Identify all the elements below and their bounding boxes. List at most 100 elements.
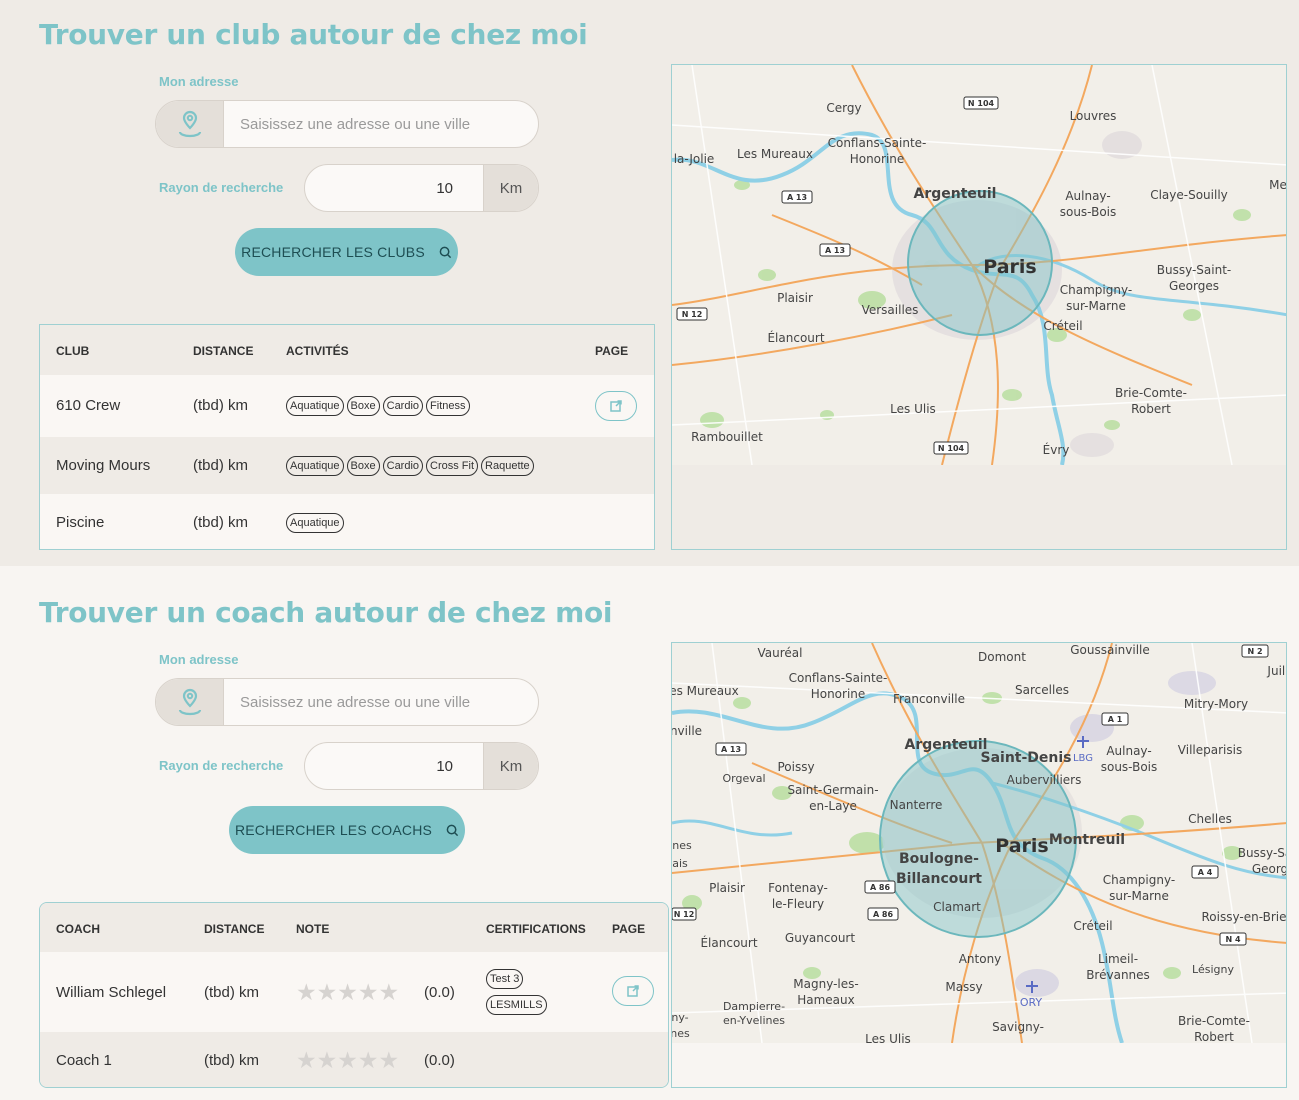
col-certifications: CERTIFICATIONS <box>486 922 586 936</box>
map-place-label: Champigny- <box>1060 283 1132 297</box>
clubs-address-input[interactable] <box>224 101 538 147</box>
map-place-label: Argenteuil <box>905 737 988 753</box>
search-icon <box>439 246 451 258</box>
star-icon: ★ <box>337 1047 358 1073</box>
coach-radius-input[interactable] <box>305 743 483 789</box>
certification-tag: LESMILLS <box>486 995 547 1015</box>
coach-page-button[interactable] <box>612 976 654 1006</box>
clubs-address-label: Mon adresse <box>159 74 239 89</box>
road-label: A 4 <box>1198 868 1213 877</box>
search-clubs-button[interactable]: RECHERCHER LES CLUBS <box>235 228 458 276</box>
activity-tag: Raquette <box>481 456 534 476</box>
map-place-label: Louvres <box>1070 109 1117 123</box>
coach-address-label: Mon adresse <box>159 652 239 667</box>
clubs-table-header: CLUB DISTANCE ACTIVITÉS PAGE <box>40 325 654 375</box>
map-place-label: ny- <box>672 1011 689 1024</box>
search-clubs-label: RECHERCHER LES CLUBS <box>241 244 425 260</box>
activity-tag: Aquatique <box>286 513 344 533</box>
map-place-label: Roissy-en-Brie <box>1202 910 1287 924</box>
map-place-label: Paris <box>995 835 1048 857</box>
star-icon: ★ <box>378 1047 400 1073</box>
road-label: A 13 <box>721 745 741 754</box>
map-pin-icon <box>156 679 224 725</box>
star-icon: ★ <box>316 1047 338 1073</box>
clubs-radius-label: Rayon de recherche <box>159 180 284 195</box>
road-label: N 12 <box>674 910 695 919</box>
rating-stars: ★ ★ ★ ★ ★ <box>296 1047 399 1074</box>
search-coachs-button[interactable]: RECHERCHER LES COACHS <box>229 806 465 854</box>
map-place-label: Georges <box>1169 279 1219 293</box>
map-place-label: nes <box>672 839 692 852</box>
table-row[interactable]: Coach 1 (tbd) km ★ ★ ★ ★ ★ (0.0) <box>40 1032 668 1087</box>
map-place-label: en-Yvelines <box>723 1014 785 1027</box>
road-label: N 12 <box>682 310 703 319</box>
col-distance: DISTANCE <box>204 922 265 936</box>
map-place-label: Évry <box>1043 442 1070 457</box>
map-place-label: Plaisir <box>777 291 813 305</box>
map-place-label: le-Fleury <box>772 897 824 911</box>
map-place-label: ais <box>672 857 688 870</box>
map-place-label: Élancourt <box>767 330 824 345</box>
col-note: NOTE <box>296 922 330 936</box>
map-place-label: Me <box>1269 178 1287 192</box>
road-label: N 4 <box>1225 935 1240 944</box>
coach-address-field <box>155 678 539 726</box>
map-place-label: Villeparisis <box>1178 743 1242 757</box>
coach-radius-field: Km <box>304 742 539 790</box>
map-place-label: Saint-Denis <box>980 750 1071 766</box>
map-place-label: Créteil <box>1073 919 1112 933</box>
map-place-label: Bussy-Saint- <box>1157 263 1232 277</box>
road-label: A 13 <box>825 246 845 255</box>
map-place-label: Aulnay- <box>1106 744 1151 758</box>
club-page-button[interactable] <box>595 391 637 421</box>
star-icon: ★ <box>357 1047 379 1073</box>
activity-tag: Cardio <box>382 396 424 416</box>
map-place-label: Magny-les- <box>793 977 858 991</box>
col-activities: ACTIVITÉS <box>286 344 349 358</box>
activity-tag: Boxe <box>346 456 380 476</box>
map-place-label: Bussy-Sa <box>1238 846 1287 860</box>
map-place-label: Les Ulis <box>865 1032 911 1043</box>
coach-rating: (0.0) <box>424 984 455 1001</box>
map-place-label: Argenteuil <box>914 186 997 202</box>
map-place-label: Versailles <box>862 303 919 317</box>
map-place-label: Georg <box>1252 862 1287 876</box>
table-row[interactable]: Piscine (tbd) km Aquatique <box>40 494 654 549</box>
table-row[interactable]: 610 Crew (tbd) km Aquatique Boxe Cardio … <box>40 375 654 437</box>
map-place-label: Conflans-Sainte- <box>789 671 888 685</box>
map-place-label: Domont <box>978 650 1026 664</box>
activity-tag: Cardio <box>382 456 424 476</box>
activity-tag: Aquatique <box>286 396 344 416</box>
coach-map[interactable]: N 2 A 1 A 13 A 86 A 86 A 4 N 12 N 4 Vaur… <box>671 642 1287 1088</box>
map-place-label: sur-Marne <box>1066 299 1126 313</box>
map-place-label: Clamart <box>933 900 981 914</box>
map-place-label: Brie-Comte- <box>1178 1014 1250 1028</box>
map-place-label: la-Jolie <box>674 152 715 166</box>
map-place-label: Massy <box>945 980 982 994</box>
map-place-label: Cergy <box>826 101 861 115</box>
map-place-label: Créteil <box>1043 319 1082 333</box>
table-row[interactable]: Moving Mours (tbd) km Aquatique Boxe Car… <box>40 437 654 494</box>
activity-tag: Cross Fit <box>426 456 479 476</box>
map-place-label: Savigny- <box>992 1020 1044 1034</box>
club-name: 610 Crew <box>56 397 121 414</box>
map-place-label: Franconville <box>893 692 965 706</box>
coach-address-input[interactable] <box>224 679 538 725</box>
coach-map-canvas[interactable]: N 2 A 1 A 13 A 86 A 86 A 4 N 12 N 4 Vaur… <box>672 643 1287 1043</box>
coach-rating: (0.0) <box>424 1052 455 1069</box>
search-coachs-label: RECHERCHER LES COACHS <box>234 822 433 838</box>
table-row[interactable]: William Schlegel (tbd) km ★ ★ ★ ★ ★ (0.0) Te… <box>40 952 668 1032</box>
clubs-map-canvas[interactable]: N 104 A 13 A 13 N 12 N 104 Cergy Louvres… <box>672 65 1287 465</box>
external-link-icon <box>627 985 639 997</box>
star-icon: ★ <box>357 979 379 1005</box>
club-name: Moving Mours <box>56 457 151 474</box>
road-label: A 1 <box>1108 715 1123 724</box>
map-place-label: Rambouillet <box>691 430 763 444</box>
clubs-radius-input[interactable] <box>305 165 483 211</box>
clubs-map[interactable]: N 104 A 13 A 13 N 12 N 104 Cergy Louvres… <box>671 64 1287 550</box>
map-place-label: Dampierre- <box>723 1000 785 1013</box>
club-distance: (tbd) km <box>193 514 249 531</box>
map-place-label: Boulogne- <box>899 851 979 867</box>
star-icon: ★ <box>296 979 317 1005</box>
col-page: PAGE <box>595 344 629 358</box>
